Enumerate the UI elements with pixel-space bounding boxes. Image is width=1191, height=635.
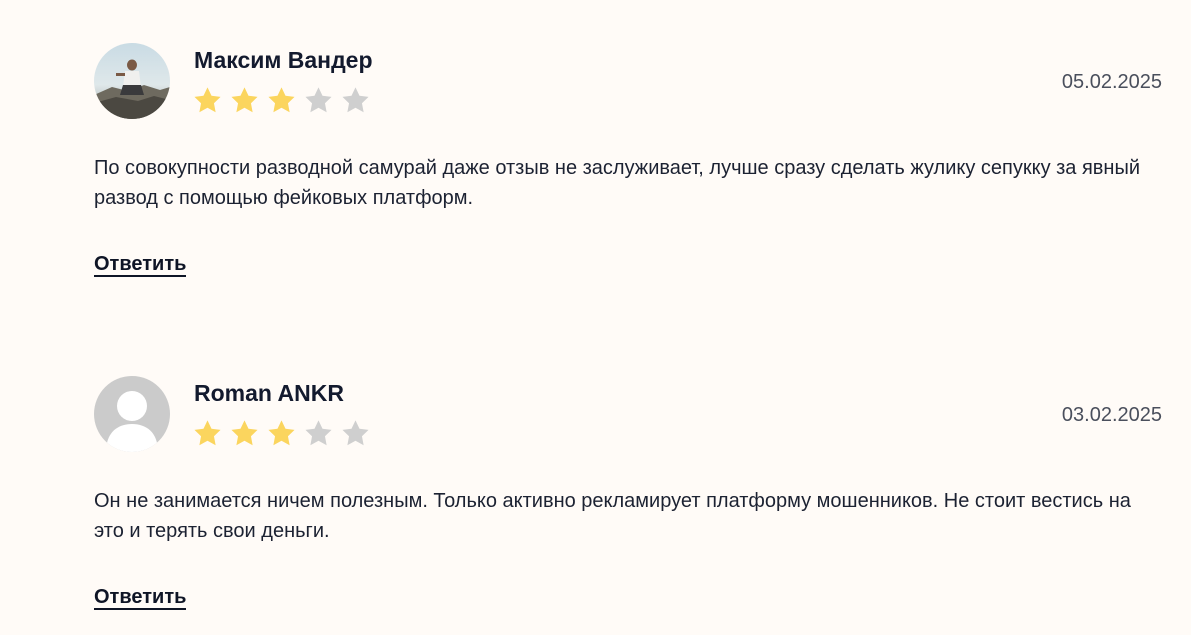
star-filled-icon — [231, 420, 258, 446]
user-avatar-photo — [94, 43, 170, 119]
star-filled-icon — [268, 420, 295, 446]
star-rating — [192, 85, 371, 116]
review-author-name: Максим Вандер — [194, 47, 373, 73]
review-date: 05.02.2025 — [1061, 71, 1162, 93]
default-user-avatar — [94, 376, 170, 452]
star-empty-icon — [342, 87, 369, 113]
review-text: По совокупности разводной самурай даже о… — [94, 157, 1141, 209]
star-empty-icon — [342, 420, 369, 446]
star-rating — [192, 418, 371, 449]
star-filled-icon — [268, 87, 295, 113]
star-empty-icon — [305, 87, 332, 113]
reply-link[interactable]: Ответить — [94, 253, 187, 277]
reply-link[interactable]: Ответить — [94, 586, 187, 610]
review-text: Он не занимается ничем полезным. Только … — [94, 490, 1131, 542]
review-date: 03.02.2025 — [1061, 404, 1162, 426]
star-filled-icon — [194, 87, 221, 113]
star-filled-icon — [194, 420, 221, 446]
star-filled-icon — [231, 87, 258, 113]
star-empty-icon — [305, 420, 332, 446]
review-author-name: Roman ANKR — [194, 380, 344, 406]
